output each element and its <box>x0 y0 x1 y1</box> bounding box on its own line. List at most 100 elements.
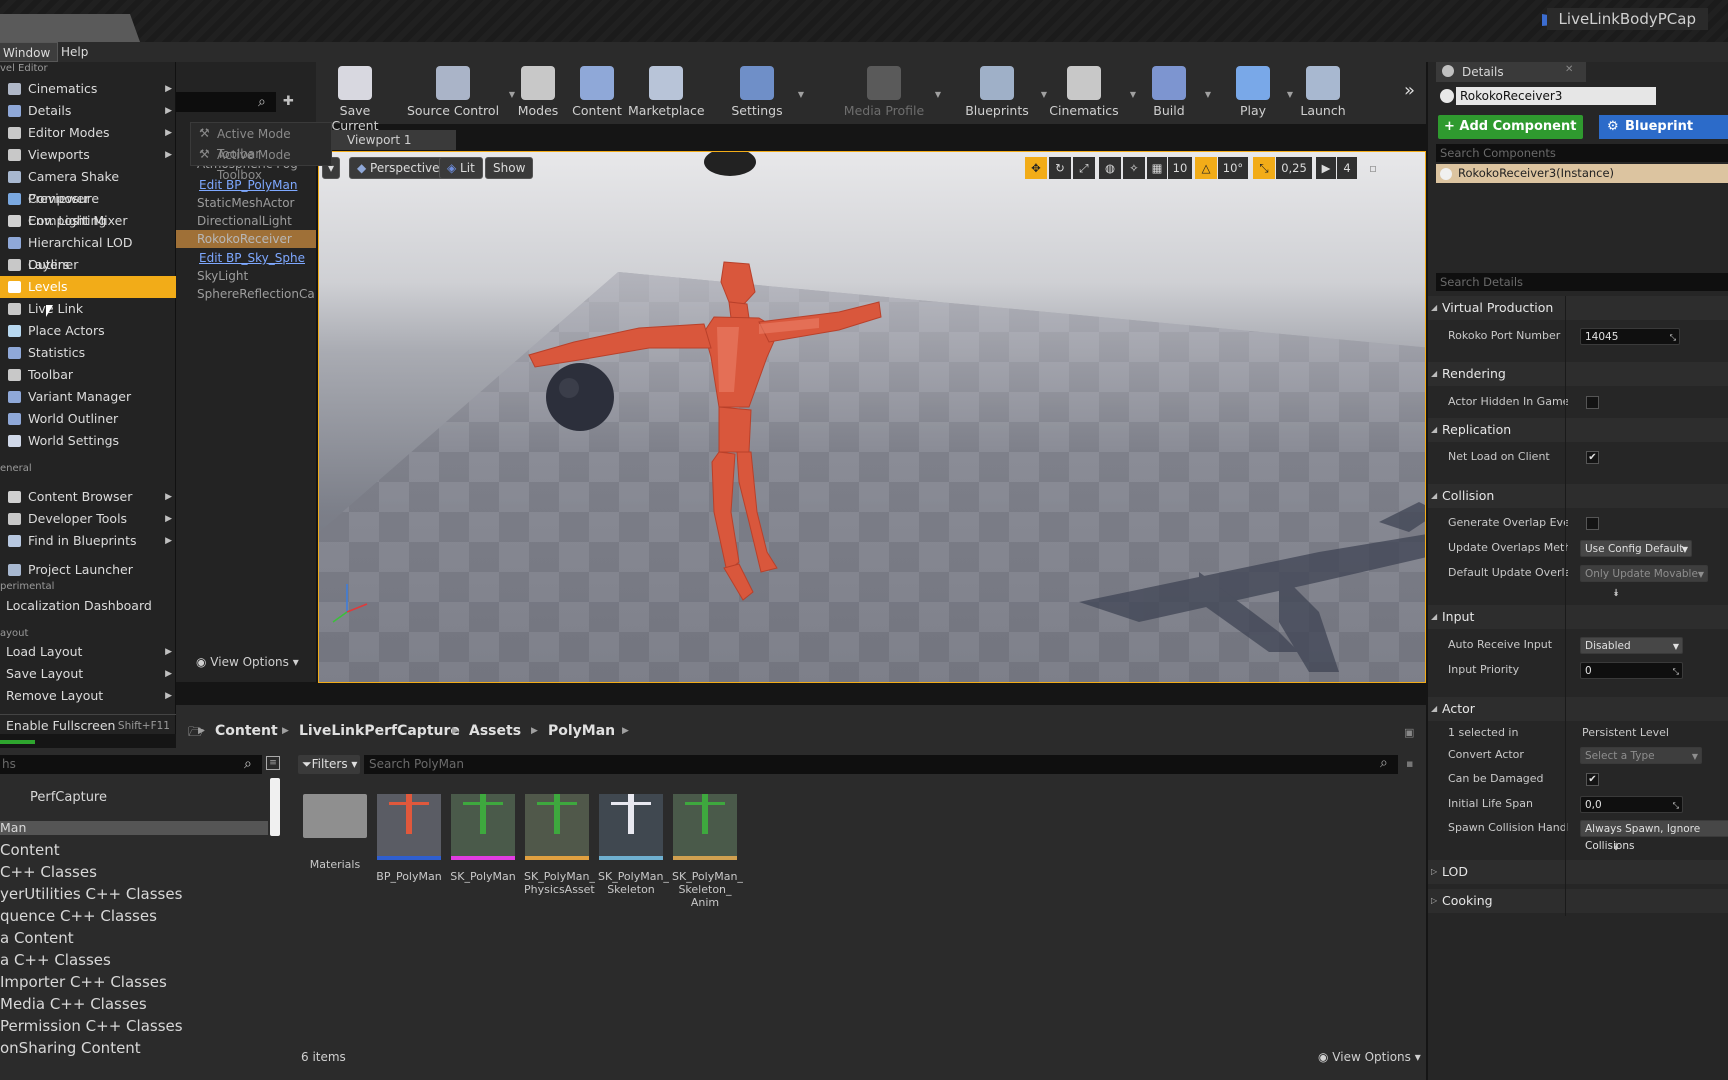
component-instance-row[interactable]: RokokoReceiver3(Instance) <box>1436 164 1728 183</box>
viewport-tab[interactable]: Viewport 1 <box>326 130 456 150</box>
menu-item-content-browser[interactable]: Content Browser ▶ <box>0 486 176 508</box>
source-folder-item[interactable]: Media C++ Classes <box>0 995 147 1013</box>
lock-icon[interactable]: ▣ <box>1404 726 1414 739</box>
property-dropdown[interactable]: Always Spawn, Ignore Collisions▼ <box>1580 820 1728 852</box>
expand-advanced-icon[interactable]: ⯯ <box>1613 588 1619 599</box>
rotation-snap-icon[interactable]: △ <box>1195 157 1217 179</box>
property-dropdown[interactable]: Use Config Default ▼ <box>1580 540 1692 557</box>
toolbar-content-button[interactable]: Content <box>569 62 625 124</box>
column-divider[interactable] <box>1565 296 1566 916</box>
source-folder-item[interactable]: Content <box>0 841 60 859</box>
menu-item-hierarchical-lod-outliner[interactable]: Hierarchical LOD Outliner <box>0 232 176 272</box>
scale-snap-icon[interactable]: ⤡ <box>1253 157 1275 179</box>
section-input[interactable]: ◢ Input <box>1428 605 1728 629</box>
property-checkbox[interactable]: ✔ <box>1586 773 1599 786</box>
toolbar-modes-button[interactable]: Modes▼ <box>500 62 588 124</box>
menu-item-save-layout[interactable]: Save Layout ▶ <box>0 663 176 685</box>
dropdown-caret-icon[interactable]: ▼ <box>1205 90 1211 99</box>
menu-item-variant-manager[interactable]: Variant Manager <box>0 386 176 408</box>
actor-name-input[interactable]: RokokoReceiver3 <box>1456 87 1656 105</box>
outliner-view-options[interactable]: ◉ View Options ▾ <box>196 655 299 669</box>
grid-snap-icon[interactable]: ▦ <box>1147 157 1167 179</box>
editor-tab[interactable] <box>0 14 140 42</box>
section-collision[interactable]: ◢ Collision <box>1428 484 1728 508</box>
more-tools-icon[interactable]: » <box>1404 80 1415 101</box>
asset-tile-bp[interactable]: BP_PolyMan <box>376 782 442 883</box>
dropdown-caret-icon[interactable]: ▼ <box>935 90 941 99</box>
toolbar-launch-button[interactable]: Launch <box>1293 62 1353 124</box>
expand-advanced-icon[interactable]: ⯯ <box>1613 842 1619 853</box>
menu-item-editor-modes[interactable]: Editor Modes ▶ <box>0 122 176 144</box>
surface-snap-icon[interactable]: ✧ <box>1123 157 1145 179</box>
toolbar-marketplace-button[interactable]: Marketplace <box>628 62 705 124</box>
search-components-input[interactable]: Search Components <box>1436 144 1728 162</box>
breadcrumb-item[interactable]: Content <box>215 720 278 742</box>
active-mode-toolbar[interactable]: Active Mode Toolbar <box>217 124 331 161</box>
content-view-options[interactable]: ◉ View Options ▾ <box>1318 1050 1421 1064</box>
asset-tile-sk[interactable]: SK_PolyMan <box>450 782 516 883</box>
source-folder-item[interactable]: onSharing Content <box>0 1039 141 1057</box>
content-search-input[interactable]: Search PolyMan <box>364 755 1398 774</box>
details-tab[interactable]: Details <box>1436 62 1586 82</box>
property-input[interactable]: 0,0 ⤡ <box>1580 796 1683 813</box>
menu-item-env-light-mixer[interactable]: Env. Light Mixer <box>0 210 176 232</box>
filters-button[interactable]: ⏷Filters ▾ <box>298 755 360 774</box>
property-dropdown[interactable]: Select a Type ▼ <box>1580 747 1702 764</box>
asset-tile-phys[interactable]: SK_PolyMan_ PhysicsAsset <box>524 782 595 896</box>
toolbar-settings-button[interactable]: Settings ▼ <box>722 62 804 124</box>
outliner-item[interactable]: DirectionalLight <box>176 212 316 230</box>
outliner-item[interactable]: SkyLight <box>176 267 316 285</box>
menu-item-load-layout[interactable]: Load Layout ▶ <box>0 641 176 663</box>
menu-item-world-outliner[interactable]: World Outliner <box>0 408 176 430</box>
section-cooking[interactable]: ▷ Cooking <box>1428 889 1728 913</box>
menu-item-world-settings[interactable]: World Settings <box>0 430 176 452</box>
menu-item-viewports[interactable]: Viewports ▶ <box>0 144 176 166</box>
menu-item-toolbar[interactable]: Toolbar <box>0 364 176 386</box>
menu-item-statistics[interactable]: Statistics <box>0 342 176 364</box>
breadcrumb-separator-icon[interactable]: ▶ <box>452 720 459 742</box>
menu-item-enable-fullscreen[interactable]: Enable Fullscreen Shift+F11 <box>0 714 176 736</box>
rotate-tool[interactable]: ↻ <box>1049 157 1071 179</box>
toolbar-play-button[interactable]: Play ▼ <box>1225 62 1293 124</box>
menu-item-project-launcher[interactable]: Project Launcher <box>0 559 176 581</box>
property-checkbox[interactable] <box>1586 396 1599 409</box>
scale-snap-value[interactable]: 0,25 <box>1276 157 1312 179</box>
breadcrumb-item[interactable]: LiveLinkPerfCapture <box>299 720 460 742</box>
active-mode-toolbox[interactable]: Active Mode Toolbox <box>217 145 331 182</box>
property-checkbox[interactable]: ✔ <box>1586 451 1599 464</box>
sources-scrollbar[interactable] <box>270 778 280 836</box>
source-folder-item[interactable]: C++ Classes <box>0 863 97 881</box>
source-folder-item[interactable]: a C++ Classes <box>0 951 111 969</box>
section-virtual-production[interactable]: ◢ Virtual Production <box>1428 296 1728 320</box>
source-folder-item[interactable]: Permission C++ Classes <box>0 1017 183 1035</box>
dropdown-caret-icon[interactable]: ▼ <box>798 90 804 99</box>
lit-button[interactable]: ◈ Lit <box>439 157 483 179</box>
menu-window[interactable]: Window <box>0 42 59 62</box>
menu-item-composure-compositing[interactable]: Composure Compositing <box>0 188 176 228</box>
search-details-input[interactable]: Search Details <box>1436 273 1728 291</box>
pin-icon[interactable]: ✚ <box>283 94 294 109</box>
list-view-icon[interactable]: ≡ <box>266 756 280 770</box>
rotation-snap-value[interactable]: 10° <box>1218 157 1248 179</box>
source-folder-item[interactable]: yerUtilities C++ Classes <box>0 885 182 903</box>
asset-tile-skel[interactable]: SK_PolyMan_ Skeleton <box>598 782 669 896</box>
menu-help[interactable]: Help <box>54 42 95 62</box>
outliner-item[interactable]: StaticMeshActor <box>176 194 316 212</box>
menu-item-remove-layout[interactable]: Remove Layout ▶ <box>0 685 176 707</box>
menu-item-cinematics[interactable]: Cinematics ▶ <box>0 78 176 100</box>
grid-snap-value[interactable]: 10 <box>1168 157 1192 179</box>
menu-item-details[interactable]: Details ▶ <box>0 100 176 122</box>
menu-item-developer-tools[interactable]: Developer Tools ▶ <box>0 508 176 530</box>
toolbar-save-current-button[interactable]: Save Current <box>315 62 395 133</box>
section-rendering[interactable]: ◢ Rendering <box>1428 362 1728 386</box>
toolbar-media-profile-button[interactable]: Media Profile ▼ <box>839 62 941 124</box>
toolbar-build-button[interactable]: Build ▼ <box>1139 62 1211 124</box>
source-folder-item[interactable]: Man <box>0 821 268 835</box>
maximize-icon[interactable]: ▫ <box>1365 157 1381 179</box>
property-dropdown[interactable]: Only Update Movable ▼ <box>1580 565 1708 582</box>
menu-item-layers[interactable]: Layers <box>0 254 176 276</box>
toolbar-blueprints-button[interactable]: Blueprints ▼ <box>959 62 1047 124</box>
asset-tile-folder[interactable]: Materials <box>302 782 368 871</box>
source-folder-item[interactable]: Importer C++ Classes <box>0 973 167 991</box>
outliner-item[interactable]: RokokoReceiver <box>176 230 316 248</box>
